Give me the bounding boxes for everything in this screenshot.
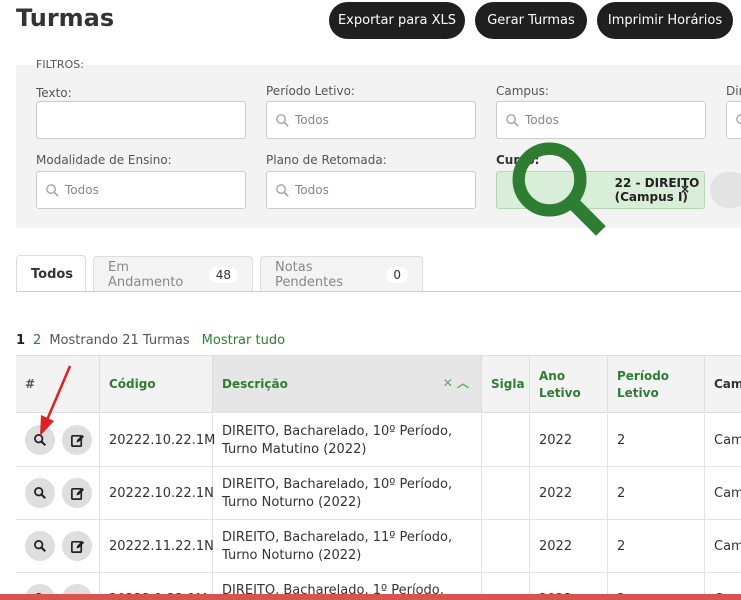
sort-clear-icon[interactable]: ✕ ︿ [443,375,469,392]
search-icon [34,540,46,552]
tab-em-andamento[interactable]: Em Andamento 48 [93,256,253,292]
period-filter-select[interactable]: Todos [266,101,476,139]
search-icon [506,113,519,127]
filters-panel: FILTROS: Texto: Período Letivo: Todos Ca… [16,58,741,236]
search-icon [276,183,289,197]
search-icon [736,113,741,124]
search-icon [34,487,46,499]
search-icon [276,113,289,127]
period-filter-label: Período Letivo: [266,84,355,98]
modality-filter-label: Modalidade de Ensino: [36,153,172,167]
campus-filter-placeholder: Todos [525,113,559,127]
cut-filter-label: Dir [726,84,741,98]
export-xls-button[interactable]: Exportar para XLS [329,2,465,39]
extra-filter-button[interactable] [710,172,741,208]
ano-letivo-cell: 2022 [530,414,608,467]
search-icon [34,434,46,446]
campus-cell: Cam I [714,432,741,448]
course-filter-chip[interactable]: 22 - DIREITO (Campus I) × [496,142,705,236]
search-icon [512,142,606,236]
page-1-link[interactable]: 1 [16,333,25,348]
column-header-campus[interactable]: Cam [705,356,741,413]
edit-class-button[interactable] [62,425,92,455]
modality-filter-select[interactable]: Todos [36,171,246,209]
text-filter-label: Texto: [36,86,72,100]
view-class-button[interactable] [25,531,55,561]
descricao-cell: DIREITO, Bacharelado, 11º Período, Turno… [213,520,482,573]
sigla-cell [482,414,530,467]
tabs-divider [16,291,741,292]
text-filter-input[interactable] [36,101,246,139]
edit-icon [70,540,84,553]
periodo-letivo-cell: 2 [608,467,705,520]
tab-em-andamento-label: Em Andamento [108,259,184,290]
table-row: 20222.11.22.1N DIREITO, Bacharelado, 11º … [16,520,741,573]
codigo-cell: 20222.10.22.1M [100,414,215,467]
tab-todos-label: Todos [31,266,74,282]
edit-class-button[interactable] [62,478,92,508]
page-title: Turmas [16,4,115,32]
edit-class-button[interactable] [62,531,92,561]
tab-notas-pendentes[interactable]: Notas Pendentes 0 [260,256,423,292]
campus-cell: Cam I [714,485,741,501]
column-header-ano-letivo[interactable]: Ano Letivo [530,356,608,413]
page-2-link[interactable]: 2 [33,333,41,348]
campus-cell: Cam I [714,538,741,554]
tab-todos[interactable]: Todos [16,255,86,292]
periodo-letivo-cell: 2 [608,520,705,573]
plan-filter-select[interactable]: Todos [266,171,476,209]
sigla-cell [482,467,530,520]
search-icon [46,183,59,197]
view-class-button[interactable] [25,425,55,455]
filters-title: FILTROS: [36,58,84,71]
campus-filter-select[interactable]: Todos [496,101,706,139]
ano-letivo-cell: 2022 [530,467,608,520]
codigo-cell: 20222.11.22.1N [100,520,214,573]
plan-filter-placeholder: Todos [295,183,329,197]
descricao-cell: DIREITO, Bacharelado, 10º Período, Turno… [213,414,482,467]
plan-filter-label: Plano de Retomada: [266,153,387,167]
descricao-cell: DIREITO, Bacharelado, 10º Período, Turno… [213,467,482,520]
edit-icon [70,434,84,447]
tab-count-badge: 0 [386,266,408,283]
column-header-periodo-letivo[interactable]: Período Letivo [608,356,705,413]
table-header: # Código Descrição ✕ ︿ Sigla Ano Letivo … [16,355,741,413]
modality-filter-placeholder: Todos [65,183,99,197]
results-summary: Mostrando 21 Turmas [49,333,190,348]
pagination: 1 2 Mostrando 21 Turmas Mostrar tudo [16,333,285,348]
periodo-letivo-cell: 2 [608,414,705,467]
tab-count-badge: 48 [208,266,238,283]
column-header-sigla[interactable]: Sigla [482,356,530,413]
cut-filter-select[interactable] [726,101,741,139]
codigo-cell: 20222.10.22.1N [100,467,214,520]
view-class-button[interactable] [25,478,55,508]
table-row: 20222.10.22.1M DIREITO, Bacharelado, 10º … [16,414,741,467]
generate-classes-button[interactable]: Gerar Turmas [475,2,587,39]
table-row: 20222.10.22.1N DIREITO, Bacharelado, 10º … [16,467,741,520]
tab-notas-pendentes-label: Notas Pendentes [275,259,343,290]
column-header-hash: # [16,356,100,413]
remove-course-filter-icon[interactable]: × [680,182,690,196]
period-filter-placeholder: Todos [295,113,329,127]
bottom-alert-bar [0,594,741,600]
campus-filter-label: Campus: [496,84,549,98]
column-header-descricao[interactable]: Descrição ✕ ︿ [213,356,482,413]
column-header-codigo[interactable]: Código [100,356,213,413]
edit-icon [70,487,84,500]
show-all-link[interactable]: Mostrar tudo [202,333,285,348]
course-filter-value: 22 - DIREITO (Campus I) [614,176,700,204]
column-header-descricao-label: Descrição [222,377,288,391]
ano-letivo-cell: 2022 [530,520,608,573]
sigla-cell [482,520,530,573]
print-schedules-button[interactable]: Imprimir Horários [597,2,733,39]
